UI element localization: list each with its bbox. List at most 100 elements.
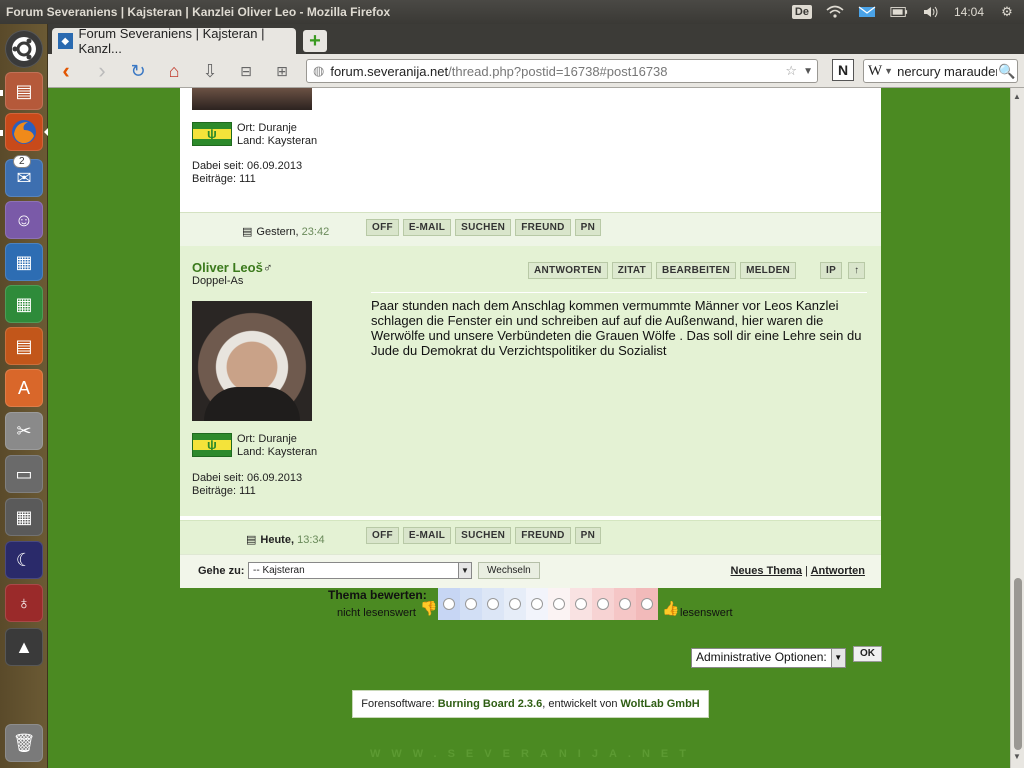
rating-option[interactable] (636, 588, 658, 620)
new-tab-button[interactable]: + (303, 30, 327, 52)
rating-option[interactable] (570, 588, 592, 620)
friend-button[interactable]: FREUND (515, 527, 571, 544)
chevron-down-icon: ▼ (830, 649, 845, 667)
rating-option[interactable] (592, 588, 614, 620)
rating-option[interactable] (460, 588, 482, 620)
wifi-icon[interactable] (826, 5, 844, 19)
document-icon: ▤ (242, 226, 253, 238)
radio-button[interactable] (509, 598, 521, 610)
n-extension-icon[interactable]: N (832, 59, 854, 81)
reply-link[interactable]: Antworten (811, 565, 865, 577)
firefox-app-button[interactable] (5, 113, 43, 151)
document-icon: ▦ (15, 251, 33, 272)
wikipedia-icon[interactable]: W (864, 63, 884, 80)
rating-option[interactable] (482, 588, 504, 620)
radio-button[interactable] (619, 598, 631, 610)
wine-app-button[interactable]: ♁ (5, 584, 43, 622)
battery-icon[interactable] (890, 5, 908, 19)
email-button[interactable]: E-MAIL (402, 527, 452, 544)
gear-icon[interactable]: ⚙ (998, 4, 1016, 19)
software-center-button[interactable]: A (5, 369, 43, 407)
reply-button[interactable]: ANTWORTEN (528, 262, 608, 279)
bookmark-star-icon[interactable]: ☆ (785, 63, 797, 79)
admin-ok-button[interactable]: OK (853, 646, 882, 662)
calc-app-button[interactable]: ▦ (5, 285, 43, 323)
quote-button[interactable]: ZITAT (611, 262, 653, 279)
impress-app-button[interactable]: ▤ (5, 327, 43, 365)
rating-option[interactable] (548, 588, 570, 620)
search-box[interactable]: W ▼ nercury marauder 🔍 (863, 59, 1018, 83)
company-link[interactable]: WoltLab GmbH (621, 698, 700, 710)
radio-button[interactable] (531, 598, 543, 610)
zoom-out-button[interactable]: ⊟ (234, 59, 258, 83)
system-settings-button[interactable]: ✂ (5, 412, 43, 450)
radio-button[interactable] (553, 598, 565, 610)
new-thread-link[interactable]: Neues Thema (731, 565, 803, 577)
edit-button[interactable]: BEARBEITEN (656, 262, 737, 279)
offline-button[interactable]: OFF (366, 527, 399, 544)
keyboard-layout-indicator[interactable]: De (791, 5, 812, 19)
chevron-down-icon[interactable]: ▼ (884, 66, 893, 76)
rating-option[interactable] (526, 588, 548, 620)
app-launcher: ▤ 2 ✉ ☺ ▦ ▦ ▤ A ✂ ▭ ▦ ☾ ♁ ▲ 🗑 (0, 24, 48, 768)
jump-button[interactable]: Wechseln (478, 562, 540, 579)
friend-button[interactable]: FREUND (515, 219, 571, 236)
home-button[interactable]: ⌂ (162, 59, 186, 83)
reload-button[interactable]: ↻ (126, 59, 150, 83)
inkscape-app-button[interactable]: ▲ (5, 628, 43, 666)
pidgin-app-button[interactable]: ☺ (5, 201, 43, 239)
remote-desktop-button[interactable]: ▭ (5, 455, 43, 493)
radio-button[interactable] (465, 598, 477, 610)
thumbs-up-icon: 👍 (662, 600, 680, 616)
scroll-top-button[interactable]: ↑ (848, 262, 866, 279)
pm-button[interactable]: PN (574, 527, 602, 544)
offline-button[interactable]: OFF (366, 219, 399, 236)
scroll-down-arrow-icon[interactable]: ▼ (1013, 752, 1021, 761)
rating-option[interactable] (438, 588, 460, 620)
thunderbird-app-button[interactable]: 2 ✉ (5, 155, 43, 197)
radio-button[interactable] (487, 598, 499, 610)
downloads-button[interactable]: ⇩ (198, 59, 222, 83)
trash-button[interactable]: 🗑 (5, 724, 43, 762)
rating-option[interactable] (614, 588, 636, 620)
writer-app-button[interactable]: ▦ (5, 243, 43, 281)
mail-icon[interactable] (858, 5, 876, 19)
admin-options-select[interactable]: Administrative Optionen: ▼ (691, 648, 846, 668)
url-bar[interactable]: ◍ forum.severanija.net/thread.php?postid… (306, 59, 818, 83)
radio-button[interactable] (575, 598, 587, 610)
scrollbar-thumb[interactable] (1014, 578, 1022, 750)
forum-jump-select[interactable]: -- Kajsteran ▼ (248, 562, 472, 579)
post-author[interactable]: Oliver Leoš♂ (192, 260, 273, 275)
chat-bird-icon: ☺ (14, 209, 34, 230)
calculator-app-button[interactable]: ▦ (5, 498, 43, 536)
radio-button[interactable] (443, 598, 455, 610)
search-button[interactable]: SUCHEN (455, 219, 512, 236)
search-button[interactable]: SUCHEN (455, 527, 512, 544)
rating-option[interactable] (504, 588, 526, 620)
radio-button[interactable] (641, 598, 653, 610)
chevron-down-icon[interactable]: ▼ (803, 66, 813, 77)
email-button[interactable]: E-MAIL (402, 219, 452, 236)
files-app-button[interactable]: ▤ (5, 72, 43, 110)
rating-high-label: lesenswert (680, 607, 733, 619)
thread-links: Neues Thema | Antworten (730, 565, 866, 577)
search-input[interactable]: nercury marauder (897, 64, 997, 79)
browser-tab[interactable]: ◆ Forum Severaniens | Kajsteran | Kanzl.… (52, 26, 296, 56)
user-stats: Dabei seit: 06.09.2013 Beiträge: 111 (192, 472, 302, 498)
pm-button[interactable]: PN (574, 219, 602, 236)
ip-button[interactable]: IP (820, 262, 843, 279)
software-link[interactable]: Burning Board 2.3.6 (438, 698, 543, 710)
volume-icon[interactable] (922, 5, 940, 19)
dash-home-button[interactable] (5, 30, 43, 68)
forward-button[interactable]: › (90, 58, 114, 83)
back-button[interactable]: ‹ (54, 58, 78, 83)
search-icon[interactable]: 🔍 (997, 63, 1017, 80)
report-button[interactable]: MELDEN (740, 262, 797, 279)
radio-button[interactable] (597, 598, 609, 610)
previous-post-footer: ▤ Gestern, 23:42 OFF E-MAIL SUCHEN FREUND… (180, 212, 881, 246)
clock[interactable]: 14:04 (954, 5, 984, 19)
scroll-up-arrow-icon[interactable]: ▲ (1013, 92, 1021, 101)
page-scrollbar[interactable]: ▲ ▼ (1010, 88, 1024, 768)
zoom-in-button[interactable]: ⊞ (270, 59, 294, 83)
stellarium-app-button[interactable]: ☾ (5, 541, 43, 579)
